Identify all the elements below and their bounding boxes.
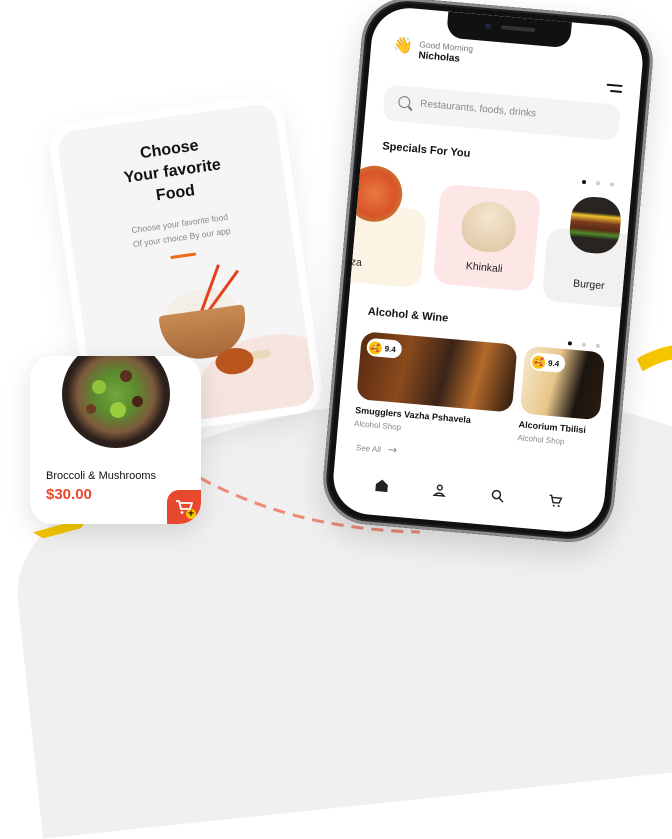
pager-dot[interactable] [609,182,615,187]
search-icon [397,95,411,109]
product-image [62,356,170,448]
rating-badge: 🥰 9.4 [529,352,567,374]
search-icon [491,489,504,503]
home-icon [375,479,388,493]
smiling-face-icon: 🥰 [531,354,546,369]
onboarding-divider [170,252,197,260]
tab-cart[interactable] [544,490,566,512]
profile-icon [432,484,446,497]
menu-line [609,89,623,93]
app-screen: 👋 Good Morning Nicholas Restaurants, foo… [330,5,646,535]
specials-title: Specials For You [381,140,471,160]
alcohol-title: Alcohol & Wine [367,305,449,325]
pager-dot[interactable] [595,343,600,349]
alcohol-item-image[interactable]: 🥰 9.4 [519,345,606,421]
tab-profile[interactable] [429,480,451,502]
pager-dot-active[interactable] [581,179,587,185]
bottom-tab-bar [332,469,605,517]
waving-hand-icon: 👋 [392,34,414,56]
camera-icon [485,22,492,30]
tab-home[interactable] [371,475,393,497]
alcohol-item-name[interactable]: Alcorium Tbilisi [518,419,586,435]
alcohol-item-image[interactable]: 🥰 9.4 [356,331,518,413]
speaker-grille [501,25,536,33]
menu-line [606,83,623,88]
product-name: Broccoli & Mushrooms [46,470,157,482]
tab-search[interactable] [487,485,509,507]
rating-value: 9.4 [547,358,560,369]
specials-pager[interactable] [581,179,615,187]
alcohol-pager[interactable] [567,341,600,349]
rating-value: 9.4 [384,343,397,354]
alcohol-item-type: Alcohol Shop [353,418,402,433]
add-to-cart-button[interactable]: + [167,490,201,524]
search-input[interactable]: Restaurants, foods, drinks [382,84,621,141]
phone-mockup: 👋 Good Morning Nicholas Restaurants, foo… [319,0,657,546]
special-item-khinkali[interactable]: Khinkali [432,183,541,292]
product-card[interactable]: Broccoli & Mushrooms $30.00 + [30,356,201,524]
product-price: $30.00 [46,486,92,503]
burger-image [567,195,623,256]
cart-icon [549,494,563,508]
alcohol-item-type: Alcohol Shop [517,433,565,447]
pager-dot-active[interactable] [567,341,573,346]
arrow-right-icon[interactable]: → [387,443,397,457]
special-label: Khinkali [465,260,504,276]
smiling-face-icon: 🥰 [368,340,383,355]
rating-badge: 🥰 9.4 [366,337,403,359]
pager-dot[interactable] [581,342,587,347]
plus-icon: + [186,509,196,519]
user-name: Nicholas [417,50,461,65]
pager-dot[interactable] [595,181,601,186]
khinkali-image [459,199,518,255]
see-all-link[interactable]: See All [356,443,382,454]
search-placeholder: Restaurants, foods, drinks [419,98,537,120]
menu-button[interactable] [606,83,623,97]
